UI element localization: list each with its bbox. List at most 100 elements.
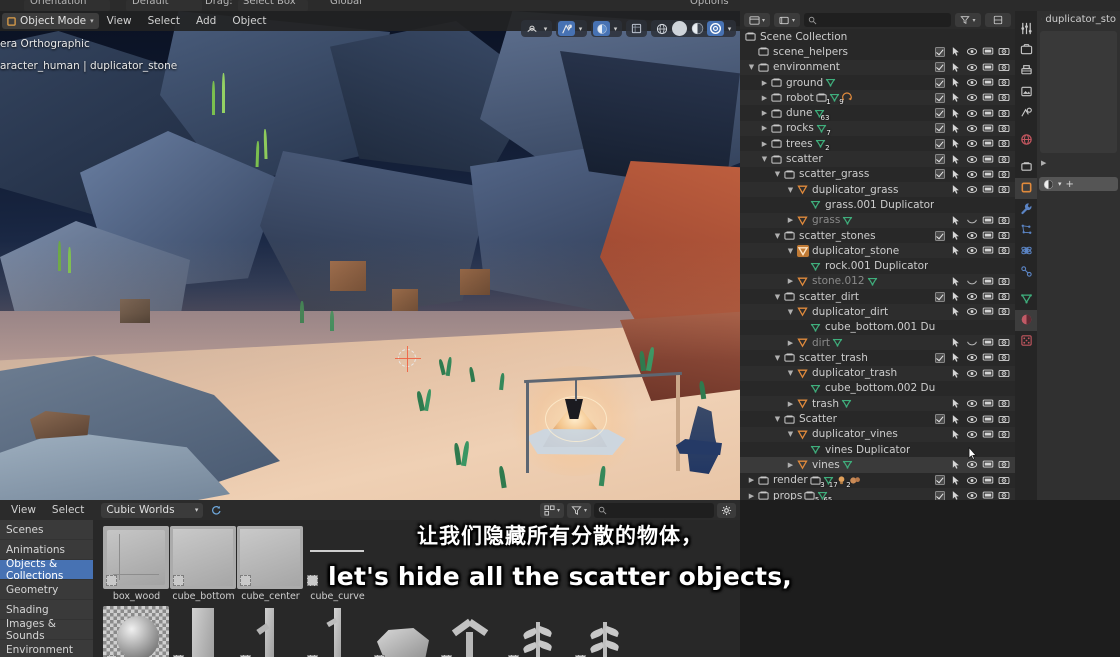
monitor-icon[interactable] [982,459,994,470]
outliner-tree[interactable]: scene_helpers ▼ environment ▶ ground ▶ robot 1 9… [740,44,1015,500]
viewport-menu-add[interactable]: Add [188,11,224,31]
properties-tab-scene-tab[interactable] [1015,103,1037,124]
properties-tab-tool-tab[interactable] [1015,19,1037,40]
asset-search-input[interactable] [594,502,714,518]
selectable-cursor-icon[interactable] [951,92,962,103]
asset-thumbnail[interactable] [371,606,437,657]
outliner-row-grass-001-duplicator[interactable]: grass.001 Duplicator [740,197,1015,212]
eye-closed-icon[interactable] [966,337,978,348]
asset-category-environment[interactable]: Environment [0,640,93,657]
selectable-cursor-icon[interactable] [951,306,962,317]
outliner-row-trees[interactable]: ▶ trees 2 [740,136,1015,152]
selectable-cursor-icon[interactable] [951,184,962,195]
camera-icon[interactable] [998,169,1010,180]
topbar-item-2[interactable]: Drag: [205,0,233,7]
camera-icon[interactable] [998,475,1010,486]
chevron-down-icon[interactable]: ▾ [1058,180,1062,188]
restriction-toggles-icon[interactable] [985,13,1011,27]
monitor-icon[interactable] [982,475,994,486]
properties-tab-physics-tab[interactable] [1015,241,1037,262]
outliner-row-robot[interactable]: ▶ robot 1 9 [740,90,1015,106]
asset-category-scenes[interactable]: Scenes [0,520,93,540]
monitor-icon[interactable] [982,77,994,88]
asset-item[interactable] [371,526,438,602]
collection-checkbox[interactable] [935,154,945,165]
eye-icon[interactable] [966,108,978,119]
collection-checkbox[interactable] [935,92,945,103]
camera-icon[interactable] [998,215,1010,226]
show-gizmo-icon[interactable] [523,21,540,36]
collection-checkbox[interactable] [935,475,945,486]
eye-icon[interactable] [966,306,978,317]
outliner-row-environment[interactable]: ▼ environment [740,59,1015,75]
selectable-cursor-icon[interactable] [951,245,962,256]
outliner-row-rock-001-duplicator[interactable]: rock.001 Duplicator [740,258,1015,273]
eye-icon[interactable] [966,46,978,57]
collection-checkbox[interactable] [935,108,945,119]
material-slot-list[interactable] [1040,31,1117,153]
selectable-cursor-icon[interactable] [951,398,962,409]
asset-thumbnail[interactable] [237,526,303,589]
chevron-right-icon[interactable]: ▶ [785,277,796,285]
topbar-item-1[interactable]: Default [132,0,169,7]
eye-icon[interactable] [966,245,978,256]
collection-checkbox[interactable] [935,46,945,57]
camera-icon[interactable] [998,337,1010,348]
eye-icon[interactable] [966,398,978,409]
selectable-cursor-icon[interactable] [951,368,962,379]
outliner-row-scatter-trash[interactable]: ▼ scatter_trash [740,350,1015,365]
camera-icon[interactable] [998,184,1010,195]
selectable-cursor-icon[interactable] [951,154,962,165]
eye-icon[interactable] [966,77,978,88]
viewport-menu-object[interactable]: Object [224,11,274,31]
outliner-row-stone-012[interactable]: ▶ stone.012 [740,273,1015,290]
monitor-icon[interactable] [982,108,994,119]
selectable-cursor-icon[interactable] [951,215,962,226]
outliner-row-scatter-stones[interactable]: ▼ scatter_stones [740,228,1015,243]
monitor-icon[interactable] [982,230,994,241]
asset-item[interactable]: box_wood [103,526,170,602]
eye-icon[interactable] [966,92,978,103]
selectable-cursor-icon[interactable] [951,352,962,363]
overlays-icon[interactable] [558,21,575,36]
monitor-icon[interactable] [982,215,994,226]
chevron-down-icon[interactable]: ▼ [759,155,770,163]
eye-icon[interactable] [966,490,978,500]
asset-thumbnail[interactable] [103,606,169,657]
chevron-right-icon[interactable]: ▶ [746,492,757,500]
selectable-cursor-icon[interactable] [951,337,962,348]
collection-checkbox[interactable] [935,230,945,241]
monitor-icon[interactable] [982,398,994,409]
chevron-down-icon[interactable]: ▾ [541,21,550,36]
eye-icon[interactable] [966,123,978,134]
viewport-scene[interactable] [0,11,740,500]
display-mode-icon[interactable]: ▾ [539,502,564,518]
asset-thumbnail[interactable] [438,606,504,657]
chevron-down-icon[interactable]: ▼ [785,430,796,438]
chevron-right-icon[interactable]: ▶ [759,124,770,132]
asset-item[interactable]: cube_bottom [170,526,237,602]
camera-icon[interactable] [998,123,1010,134]
filter-icon[interactable]: ▾ [955,13,981,27]
chevron-right-icon[interactable]: ▶ [785,339,796,347]
asset-library-selector[interactable]: Cubic Worlds ▾ [101,502,204,518]
monitor-icon[interactable] [982,138,994,149]
camera-icon[interactable] [998,62,1010,73]
asset-menu-select[interactable]: Select [45,504,91,516]
selectable-cursor-icon[interactable] [951,169,962,180]
asset-thumbnail[interactable] [304,606,370,657]
chevron-down-icon[interactable]: ▼ [785,247,796,255]
properties-tab-material-tab[interactable] [1015,310,1037,331]
camera-icon[interactable] [998,429,1010,440]
monitor-icon[interactable] [982,169,994,180]
eye-icon[interactable] [966,414,978,425]
monitor-icon[interactable] [982,337,994,348]
chevron-down-icon[interactable]: ▾ [611,21,620,36]
camera-icon[interactable] [998,154,1010,165]
camera-icon[interactable] [998,276,1010,287]
asset-item[interactable] [505,606,572,657]
properties-tab-view-layer-tab[interactable] [1015,82,1037,103]
collection-checkbox[interactable] [935,352,945,363]
topbar-item-3[interactable]: Select Box [243,0,296,7]
camera-icon[interactable] [998,108,1010,119]
